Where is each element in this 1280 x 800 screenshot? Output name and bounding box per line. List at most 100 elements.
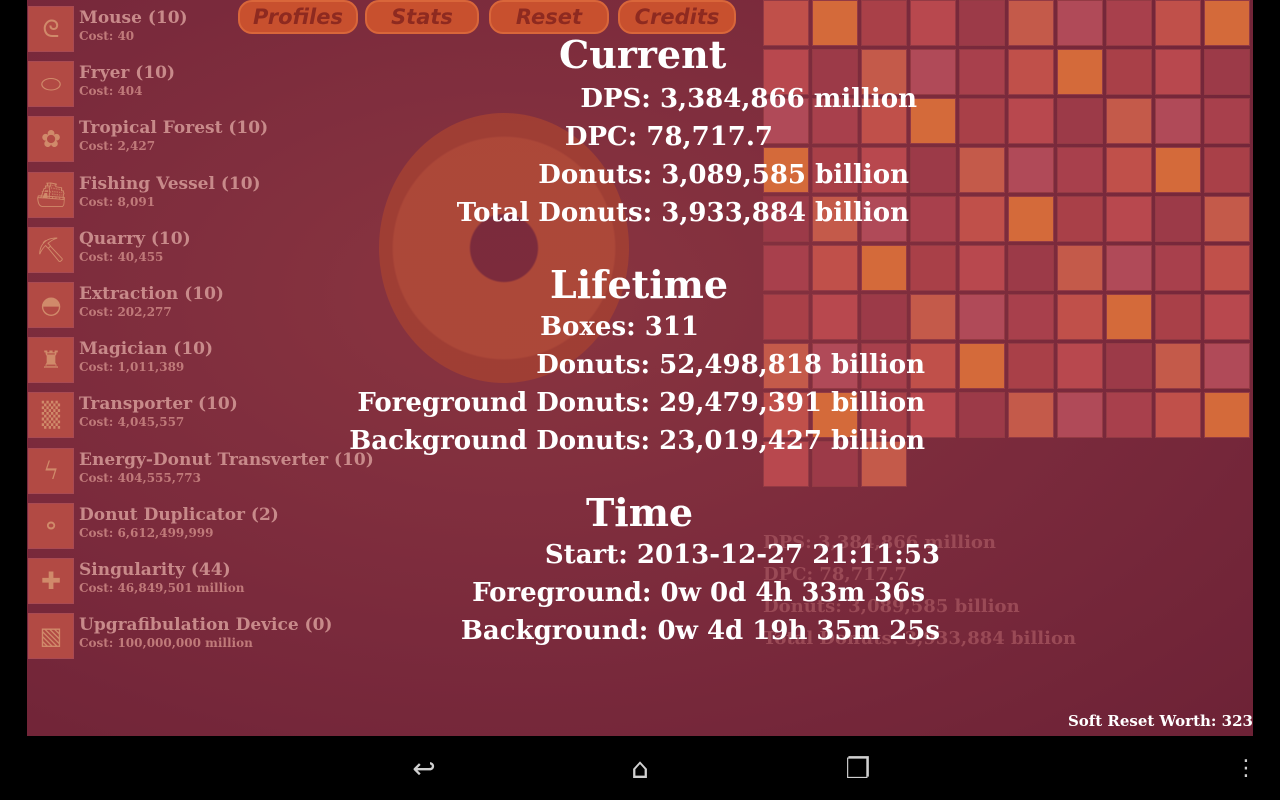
current-title: Current (559, 32, 727, 77)
owned-item-tile (1204, 0, 1250, 46)
time-title: Time (586, 490, 694, 535)
owned-item-tile (959, 245, 1005, 291)
owned-item-tile (1155, 392, 1201, 438)
owned-item-tile (910, 196, 956, 242)
owned-item-tile (1057, 294, 1103, 340)
overflow-menu-icon[interactable]: ⋮ (1235, 748, 1257, 788)
owned-item-tile (1204, 245, 1250, 291)
owned-item-tile (1106, 294, 1152, 340)
owned-item-tile (1057, 196, 1103, 242)
back-icon[interactable]: ↩ (398, 748, 450, 788)
owned-item-tile (1057, 0, 1103, 46)
lifetime-title: Lifetime (550, 262, 729, 307)
owned-item-tile (959, 294, 1005, 340)
owned-item-tile (959, 343, 1005, 389)
owned-item-tile (1057, 49, 1103, 95)
dpc-stat: DPC: 78,717.7 (564, 122, 773, 152)
extraction-icon: ◓ (28, 282, 74, 328)
store-item[interactable]: ⬭ Fryer (10) Cost: 404 (27, 55, 407, 108)
owned-item-tile (1204, 196, 1250, 242)
stats-button[interactable]: Stats (365, 0, 479, 34)
store-item-name: Tropical Forest (10) (79, 118, 269, 139)
total-donuts-stat: Total Donuts: 3,933,884 billion (456, 198, 909, 228)
owned-item-tile (1204, 147, 1250, 193)
duplicator-icon: ⚬ (28, 502, 74, 549)
soft-reset-worth: Soft Reset Worth: 323 (1067, 712, 1253, 730)
store-item[interactable]: ⛴ Fishing Vessel (10) Cost: 8,091 (27, 166, 407, 218)
owned-item-tile (1155, 0, 1201, 46)
store-item-cost: Cost: 2,427 (79, 139, 156, 154)
owned-item-tile (1155, 245, 1201, 291)
store-item-cost: Cost: 40 (79, 29, 135, 43)
store-item-name: Mouse (10) (79, 8, 188, 28)
store-item[interactable]: ⚬ Donut Duplicator (2) Cost: 6,612,499,999 (27, 497, 407, 549)
owned-item-tile (1106, 196, 1152, 242)
big-donut[interactable] (379, 113, 629, 383)
owned-item-tile (1204, 343, 1250, 389)
owned-item-tile (1008, 294, 1054, 340)
store-item-name: Singularity (44) (79, 560, 231, 580)
store-item-cost: Cost: 404,555,773 (79, 470, 201, 485)
store-item[interactable]: ◓ Extraction (10) Cost: 202,277 (27, 276, 407, 328)
owned-item-tile (1008, 0, 1054, 46)
store-item-cost: Cost: 40,455 (79, 249, 164, 264)
owned-item-tile (1204, 392, 1250, 438)
owned-item-tile (1106, 49, 1152, 95)
reset-button[interactable]: Reset (489, 0, 609, 34)
owned-item-tile (1204, 49, 1250, 95)
owned-item-tile (1106, 392, 1152, 438)
owned-item-tile (1008, 392, 1054, 438)
owned-item-tile (1155, 147, 1201, 193)
owned-item-tile (861, 294, 907, 340)
owned-item-tile (812, 0, 858, 46)
owned-item-tile (1106, 147, 1152, 193)
store-item-cost: Cost: 6,612,499,999 (79, 525, 214, 540)
store-item[interactable]: ⛏ Quarry (10) Cost: 40,455 (27, 221, 407, 273)
owned-item-tile (959, 0, 1005, 46)
store-item[interactable]: ♜ Magician (10) Cost: 1,011,389 (27, 331, 407, 384)
owned-item-tile (1008, 49, 1054, 95)
owned-item-tile (1008, 147, 1054, 193)
store-item[interactable]: ▧ Upgrafibulation Device (0) Cost: 100,000… (27, 607, 407, 660)
store-item-cost: Cost: 202,277 (79, 305, 172, 319)
store-item-name: Magician (10) (79, 339, 214, 360)
store-item-cost: Cost: 1,011,389 (79, 360, 185, 375)
owned-item-tile (1106, 245, 1152, 291)
owned-item-tile (763, 0, 809, 46)
owned-item-tile (812, 245, 858, 291)
store-item-cost: Cost: 404 (79, 84, 143, 99)
store-item-cost: Cost: 8,091 (79, 194, 156, 209)
store-item-name: Fryer (10) (79, 63, 176, 84)
foreground-donuts-stat: Foreground Donuts: 29,479,391 billion (357, 388, 925, 418)
owned-item-tile (1106, 0, 1152, 46)
foreground-time-stat: Foreground: 0w 0d 4h 33m 36s (472, 578, 925, 608)
credits-button[interactable]: Credits (618, 0, 736, 34)
owned-item-tile (1155, 98, 1201, 144)
donuts-stat: Donuts: 3,089,585 billion (538, 160, 909, 190)
store-item-name: Upgrafibulation Device (0) (79, 615, 333, 636)
owned-item-tile (1008, 245, 1054, 291)
owned-item-tile (959, 49, 1005, 95)
owned-item-tile (1204, 294, 1250, 340)
recent-apps-icon[interactable]: ❐ (832, 748, 884, 788)
dps-stat: DPS: 3,384,866 million (580, 84, 917, 114)
owned-item-tile (1008, 98, 1054, 144)
game-screen: ᘓ Mouse (10) Cost: 40 ⬭ Fryer (10) Cost: 404 ✿… (27, 0, 1253, 736)
owned-item-tile (910, 0, 956, 46)
boxes-stat: Boxes: 311 (540, 312, 699, 342)
owned-item-tile (1057, 245, 1103, 291)
mouse-icon: ᘓ (28, 6, 74, 52)
start-time-stat: Start: 2013-12-27 21:11:53 (544, 540, 940, 570)
home-icon[interactable]: ⌂ (612, 748, 668, 788)
owned-item-tile (861, 0, 907, 46)
store-item-name: Fishing Vessel (10) (79, 173, 261, 194)
store-item[interactable]: ✿ Tropical Forest (10) Cost: 2,427 (27, 110, 407, 163)
android-nav-bar: ↩ ⌂ ❐ ⋮ (0, 736, 1280, 800)
owned-item-tile (1008, 343, 1054, 389)
store-item-cost: Cost: 100,000,000 million (79, 636, 253, 651)
owned-item-tile (1155, 294, 1201, 340)
store-item[interactable]: ✚ Singularity (44) Cost: 46,849,501 millio… (27, 552, 407, 604)
owned-item-tile (1204, 98, 1250, 144)
profiles-button[interactable]: Profiles (238, 0, 358, 34)
background-donuts-stat: Background Donuts: 23,019,427 billion (349, 426, 925, 456)
